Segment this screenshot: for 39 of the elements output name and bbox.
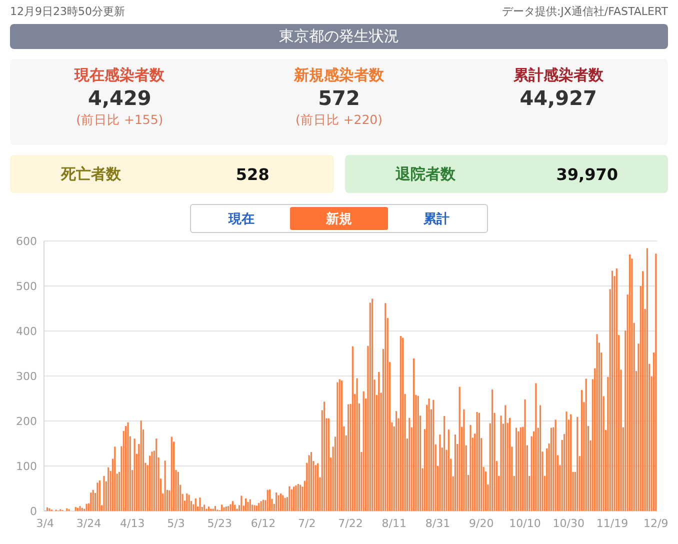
update-time: 12月9日23時50分更新 (10, 4, 125, 20)
x-axis-label: 12/9 (644, 517, 668, 530)
x-axis-label: 4/13 (120, 517, 145, 530)
stat-label: 新規感染者数 (294, 65, 384, 85)
stat-change: (前日比 +155) (76, 111, 164, 129)
y-axis-label: 500 (16, 280, 37, 293)
stat-value: 4,429 (88, 85, 152, 111)
total-value: 39,970 (555, 164, 619, 184)
x-axis-label: 3/4 (36, 517, 54, 530)
x-axis-label: 6/12 (250, 517, 276, 530)
total-label: 死亡者数 (60, 164, 122, 184)
x-axis-label: 10/10 (509, 517, 541, 530)
section-title: 東京都の発生状況 (10, 24, 668, 49)
total-label: 退院者数 (394, 164, 456, 184)
y-axis-label: 0 (30, 505, 37, 518)
x-axis-label: 7/22 (338, 517, 363, 530)
x-axis-label: 9/20 (469, 517, 494, 530)
x-axis-label: 5/3 (167, 517, 185, 530)
x-axis-label: 7/2 (298, 517, 316, 530)
total-value: 528 (234, 164, 270, 184)
stat-value: 44,927 (520, 85, 597, 111)
chart-tab[interactable]: 累計 (388, 207, 485, 230)
x-axis-label: 3/24 (76, 517, 102, 530)
y-axis-label: 200 (16, 415, 37, 428)
y-axis-label: 600 (16, 235, 37, 248)
y-axis-label: 100 (16, 460, 37, 473)
stat-label: 累計感染者数 (513, 65, 604, 85)
stat-value: 572 (318, 85, 360, 111)
x-axis-label: 8/31 (425, 517, 450, 530)
y-axis-label: 400 (16, 325, 37, 338)
x-axis-label: 11/19 (596, 517, 628, 530)
chart-tab[interactable]: 現在 (193, 207, 290, 230)
data-source: データ提供:JX通信社/FASTALERT (502, 4, 668, 20)
stat-change: (前日比 +220) (295, 111, 383, 129)
stat-label: 現在感染者数 (74, 65, 165, 85)
x-axis-label: 8/11 (382, 517, 406, 530)
x-axis-label: 10/30 (552, 517, 584, 530)
y-axis-label: 300 (16, 370, 37, 383)
x-axis-label: 5/23 (207, 517, 232, 530)
